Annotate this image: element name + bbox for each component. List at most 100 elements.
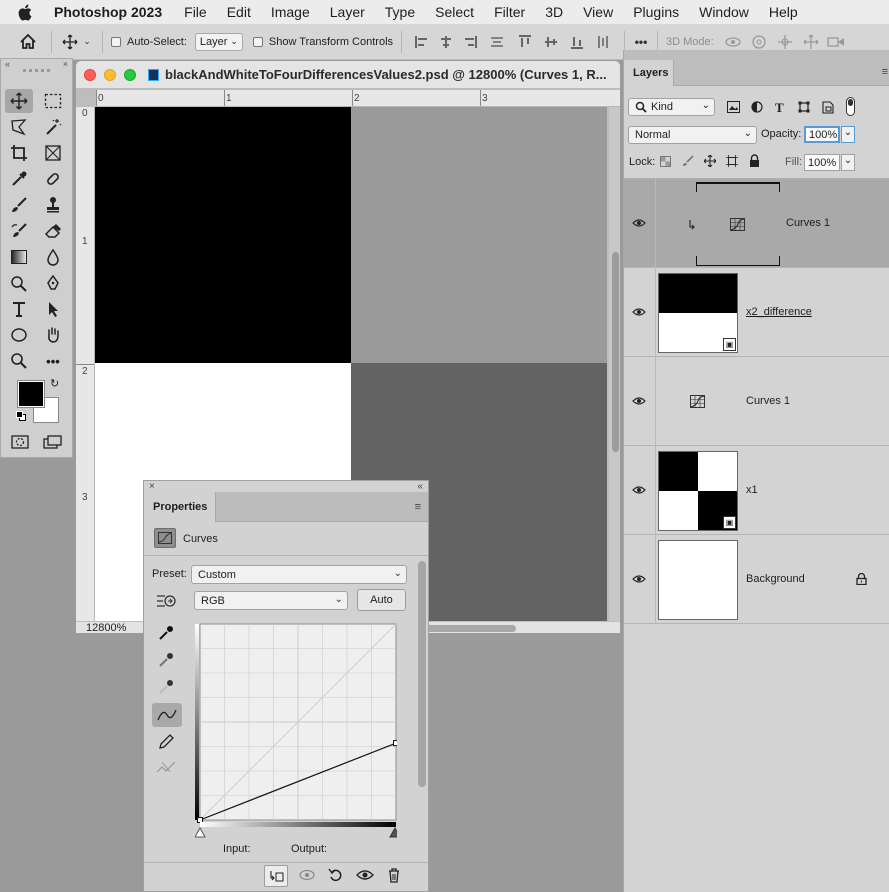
type-tool-button[interactable]: [5, 297, 33, 321]
edit-points-curve-button[interactable]: [152, 703, 182, 727]
properties-scrollbar[interactable]: [418, 561, 426, 861]
ellipse-tool-button[interactable]: [5, 323, 33, 347]
menu-window[interactable]: Window: [699, 4, 749, 20]
frame-tool-button[interactable]: [39, 141, 67, 165]
zoom-tool-button[interactable]: [5, 349, 33, 373]
sample-shadows-eyedropper-icon[interactable]: [158, 625, 174, 644]
zoom-level[interactable]: 12800%: [86, 622, 126, 633]
distribute-vertical-icon[interactable]: [590, 35, 616, 49]
blur-tool-button[interactable]: [39, 245, 67, 269]
align-middle-v-icon[interactable]: [538, 35, 564, 49]
auto-select-checkbox[interactable]: [111, 36, 121, 47]
show-transform-checkbox[interactable]: [252, 36, 263, 47]
filter-smart-object-icon[interactable]: [822, 101, 834, 117]
move-tool-button[interactable]: [5, 89, 33, 113]
move-tool-icon[interactable]: [60, 34, 80, 50]
menu-help[interactable]: Help: [769, 4, 798, 20]
3d-pan-icon[interactable]: [772, 34, 798, 50]
scrollbar-thumb[interactable]: [418, 561, 426, 787]
lock-all-icon[interactable]: [749, 154, 760, 170]
vertical-ruler[interactable]: 0 1 2 3: [76, 107, 95, 621]
quick-mask-icon[interactable]: [11, 435, 29, 452]
delete-adjustment-trash-icon[interactable]: [387, 867, 401, 886]
align-top-icon[interactable]: [512, 34, 538, 49]
panel-grip[interactable]: [23, 69, 50, 79]
layer-thumbnail[interactable]: ▣: [658, 273, 738, 353]
opacity-slider-chevron-icon[interactable]: ⌄: [841, 126, 855, 143]
filter-toggle-switch[interactable]: [846, 97, 855, 116]
layer-row-curves-1-clipped[interactable]: Curves 1: [624, 179, 889, 268]
collapse-double-chevron-icon[interactable]: «: [5, 59, 10, 69]
auto-select-dropdown[interactable]: Layer ⌄: [194, 32, 243, 51]
3d-roll-icon[interactable]: [746, 34, 772, 50]
path-selection-tool-button[interactable]: [39, 297, 67, 321]
channel-dropdown[interactable]: RGB ⌄: [194, 591, 348, 610]
layer-name[interactable]: Background: [746, 573, 805, 585]
menu-view[interactable]: View: [583, 4, 613, 20]
lock-artboards-icon[interactable]: [726, 155, 738, 170]
layer-row-background[interactable]: Background: [624, 535, 889, 624]
marquee-tool-button[interactable]: [39, 89, 67, 113]
brush-tool-button[interactable]: [5, 193, 33, 217]
sample-midtones-eyedropper-icon[interactable]: [158, 652, 174, 671]
white-point-slider[interactable]: [389, 826, 397, 838]
more-options-icon[interactable]: •••: [633, 35, 649, 49]
crop-tool-button[interactable]: [5, 141, 33, 165]
tab-properties[interactable]: Properties: [144, 492, 216, 522]
toggle-visibility-eye-icon[interactable]: [356, 868, 374, 885]
screen-mode-icon[interactable]: [43, 435, 63, 452]
curves-graph[interactable]: [195, 622, 397, 842]
horizontal-ruler[interactable]: 0 1 2 3: [96, 90, 620, 107]
visibility-eye-icon[interactable]: [632, 395, 646, 409]
eraser-tool-button[interactable]: [39, 219, 67, 243]
sample-highlights-eyedropper-icon[interactable]: [158, 679, 174, 698]
align-bottom-icon[interactable]: [564, 35, 590, 49]
on-image-adjust-icon[interactable]: [155, 592, 177, 613]
align-center-h-icon[interactable]: [434, 35, 458, 49]
dodge-tool-button[interactable]: [5, 271, 33, 295]
apple-icon[interactable]: [18, 0, 40, 24]
close-window-button[interactable]: [84, 68, 96, 81]
3d-orbit-icon[interactable]: [720, 35, 746, 49]
visibility-eye-icon[interactable]: [632, 484, 646, 498]
layer-row-curves-1[interactable]: Curves 1: [624, 357, 889, 446]
opacity-input[interactable]: 100%: [804, 126, 840, 143]
filter-pixel-layers-icon[interactable]: [727, 101, 740, 116]
menu-layer[interactable]: Layer: [330, 4, 365, 20]
menu-file[interactable]: File: [184, 4, 207, 20]
align-left-icon[interactable]: [410, 35, 434, 49]
draw-curve-pencil-icon[interactable]: [158, 734, 174, 753]
healing-brush-tool-button[interactable]: [39, 167, 67, 191]
filter-type-layers-icon[interactable]: T: [775, 100, 784, 116]
lasso-tool-button[interactable]: [5, 115, 33, 139]
lock-position-icon[interactable]: [703, 154, 717, 170]
adjustment-layer-thumbnail[interactable]: [696, 182, 780, 266]
filter-adjustment-layers-icon[interactable]: [751, 101, 763, 116]
app-name-menu[interactable]: Photoshop 2023: [54, 4, 162, 20]
menu-select[interactable]: Select: [435, 4, 474, 20]
menu-plugins[interactable]: Plugins: [633, 4, 679, 20]
layer-row-x1[interactable]: ▣ x1: [624, 446, 889, 535]
history-brush-tool-button[interactable]: [5, 219, 33, 243]
more-tools-button[interactable]: •••: [39, 349, 67, 373]
document-title-bar[interactable]: blackAndWhiteToFourDifferencesValues2.ps…: [76, 61, 620, 89]
blend-mode-dropdown[interactable]: Normal ⌄: [628, 126, 757, 144]
hand-tool-button[interactable]: [39, 323, 67, 347]
menu-edit[interactable]: Edit: [227, 4, 251, 20]
tab-layers[interactable]: Layers: [624, 60, 674, 86]
menu-image[interactable]: Image: [271, 4, 310, 20]
layer-filter-dropdown[interactable]: Kind ⌄: [628, 98, 715, 116]
lock-icon[interactable]: [856, 572, 867, 588]
layer-row-x2-difference[interactable]: ▣ x2_difference: [624, 268, 889, 357]
lock-transparent-pixels-icon[interactable]: [660, 156, 671, 170]
layer-thumbnail[interactable]: [658, 540, 738, 620]
menu-filter[interactable]: Filter: [494, 4, 525, 20]
filter-shape-layers-icon[interactable]: [798, 101, 810, 116]
visibility-eye-icon[interactable]: [632, 217, 646, 231]
default-colors-icon[interactable]: [16, 411, 27, 422]
menu-type[interactable]: Type: [385, 4, 415, 20]
layer-name[interactable]: Curves 1: [746, 395, 790, 407]
reset-adjustment-icon[interactable]: [328, 867, 344, 886]
tool-preset-chevron-icon[interactable]: ⌄: [80, 36, 94, 47]
swap-colors-icon[interactable]: ↻: [50, 377, 59, 390]
